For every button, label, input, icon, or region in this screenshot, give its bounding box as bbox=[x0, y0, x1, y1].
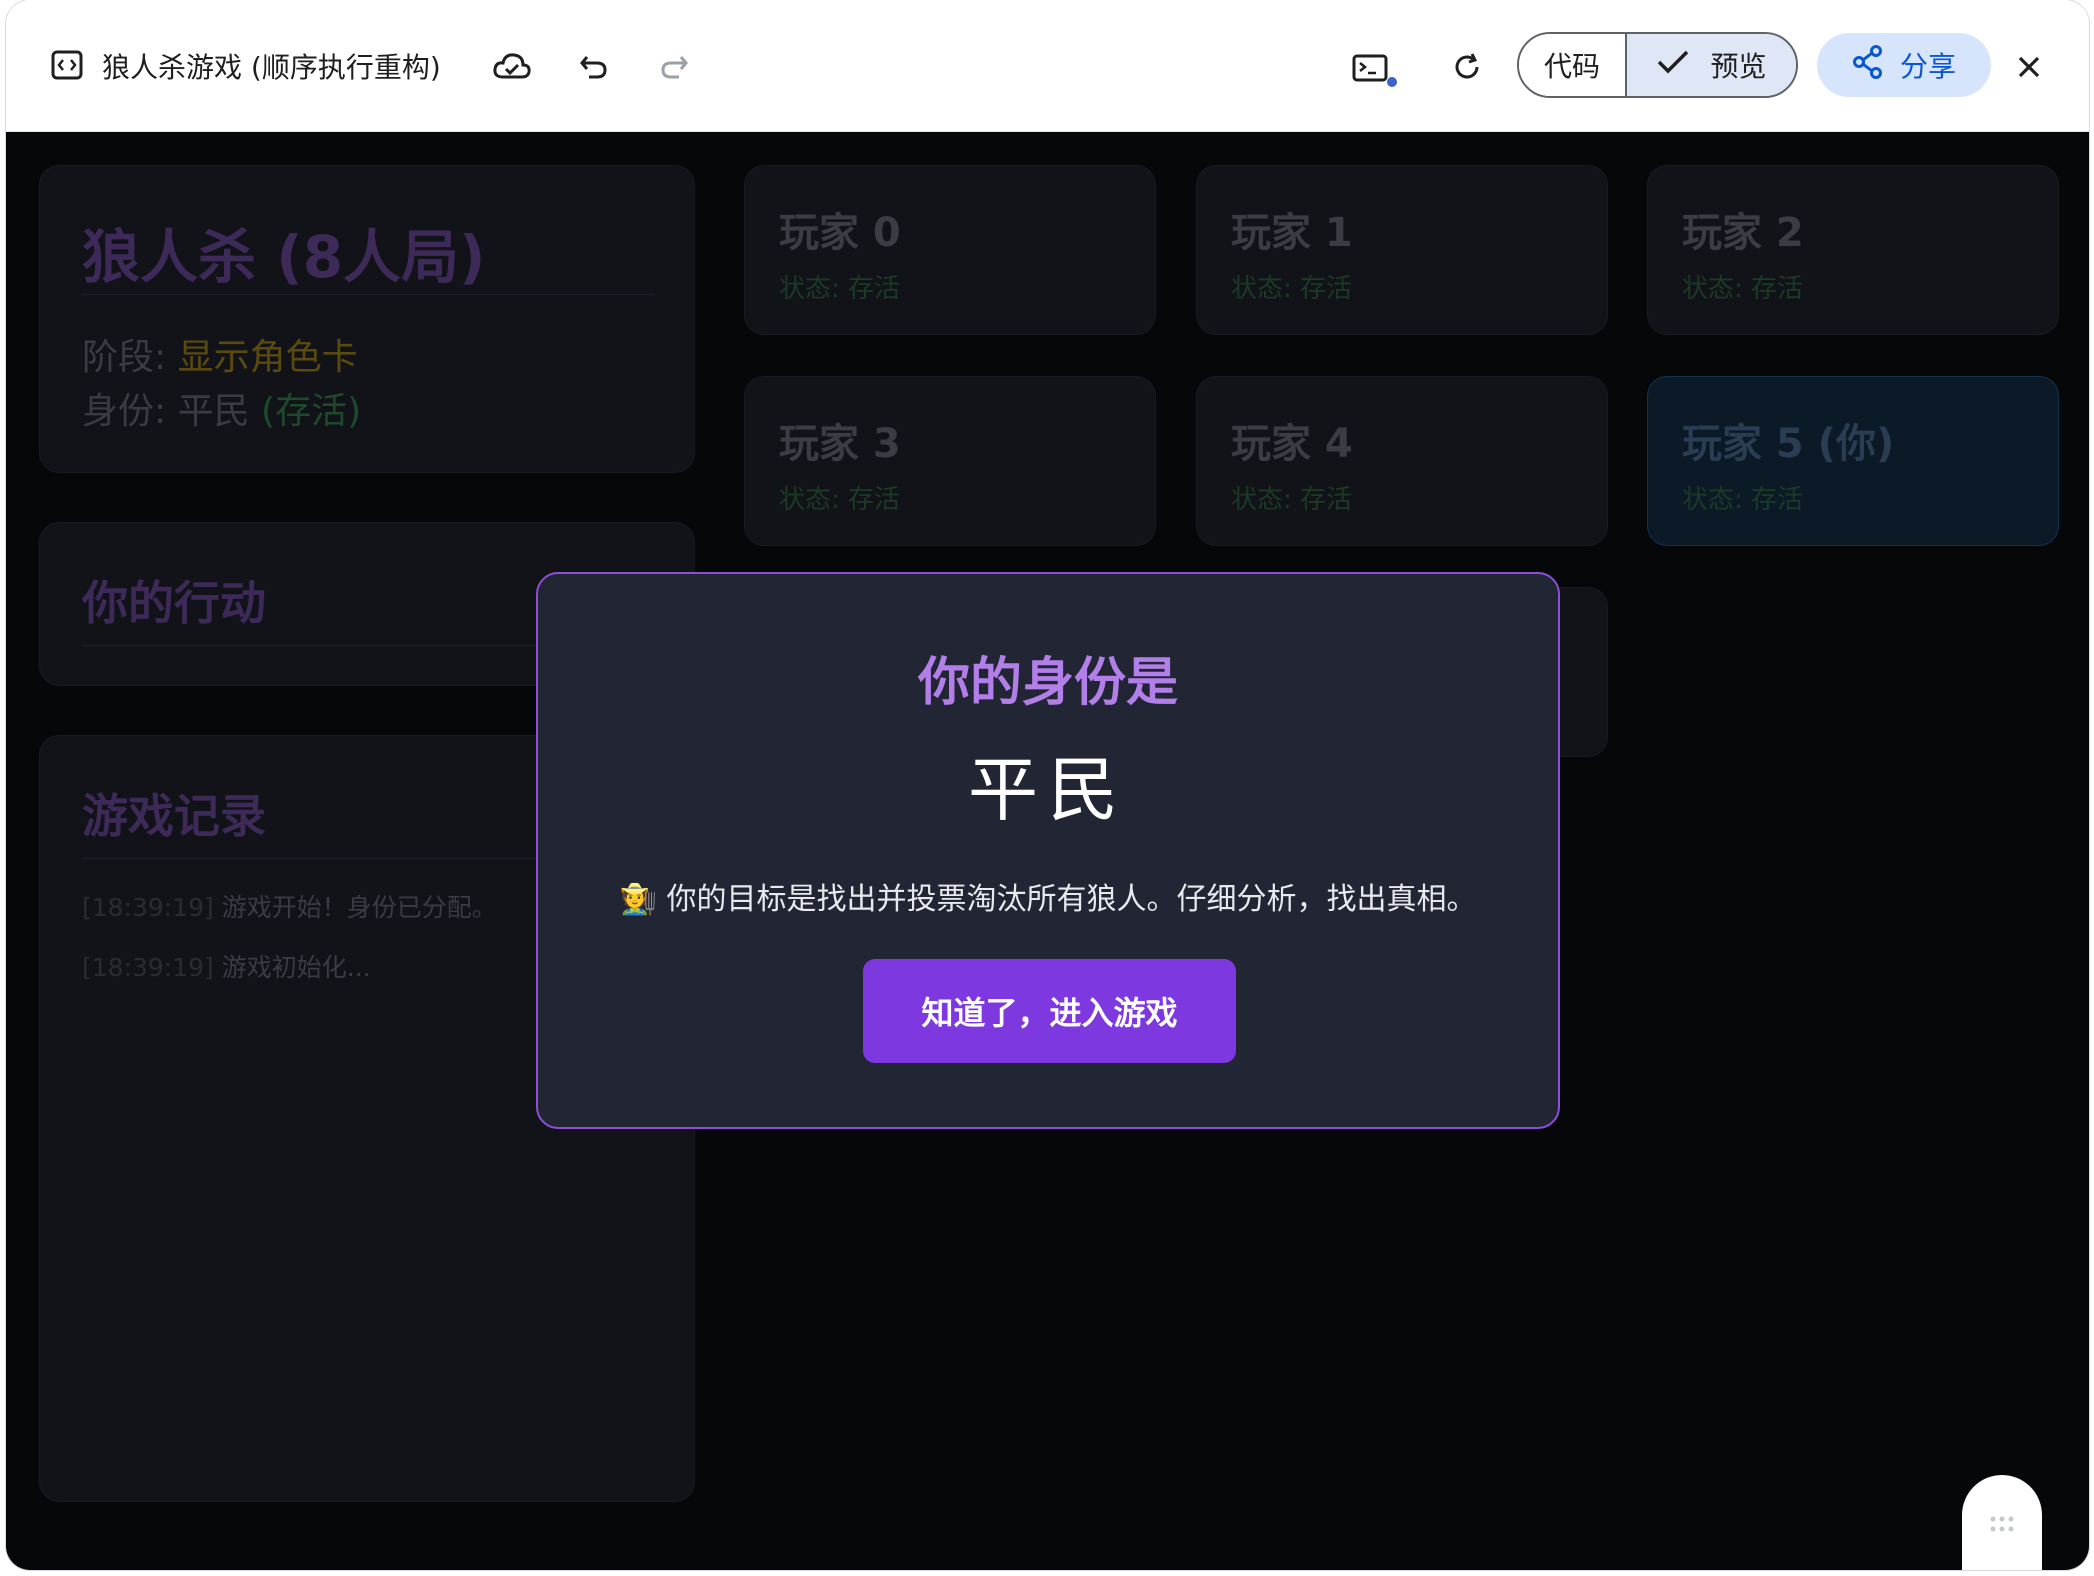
enter-game-button[interactable]: 知道了，进入游戏 bbox=[863, 959, 1236, 1063]
player-status: 状态: 存活 bbox=[779, 485, 901, 515]
player-name: 玩家 1 bbox=[1231, 210, 1353, 256]
role-name: 平民 bbox=[968, 749, 1128, 831]
floating-assistant-widget bbox=[1962, 1475, 2042, 1570]
actions-title: 你的行动 bbox=[82, 576, 266, 630]
phase-value: 显示角色卡 bbox=[177, 337, 358, 378]
player-card[interactable]: 玩家 3 状态: 存活 bbox=[744, 376, 1156, 546]
log-timestamp: [18:39:19] bbox=[82, 953, 214, 982]
player-status: 状态: 存活 bbox=[779, 274, 901, 304]
player-card[interactable]: 玩家 4 状态: 存活 bbox=[1196, 376, 1608, 546]
log-entry: [18:39:19] 游戏开始！身份已分配。 bbox=[82, 888, 497, 924]
player-name: 玩家 3 bbox=[779, 421, 901, 467]
preview-label: 预览 bbox=[1710, 50, 1767, 83]
player-card-self[interactable]: 玩家 5 (你) 状态: 存活 bbox=[1647, 376, 2059, 546]
share-button[interactable]: 分享 bbox=[1817, 33, 1991, 97]
player-status: 状态: 存活 bbox=[1682, 485, 1804, 515]
refresh-icon[interactable] bbox=[1450, 50, 1484, 84]
identity-label: 身份: 平民 bbox=[82, 391, 262, 432]
player-name: 玩家 5 (你) bbox=[1682, 421, 1895, 467]
document-title: 狼人杀游戏 (顺序执行重构) bbox=[102, 51, 441, 84]
divider bbox=[82, 294, 654, 295]
player-name: 玩家 4 bbox=[1231, 421, 1353, 467]
checkmark-icon bbox=[1656, 49, 1690, 82]
player-name: 玩家 0 bbox=[779, 210, 901, 256]
terminal-icon[interactable] bbox=[1352, 52, 1400, 92]
game-area: 狼人杀 (8人局) 阶段: 显示角色卡 身份: 平民 (存活) 你的行动 游戏记… bbox=[6, 132, 2089, 1570]
identity-status: (存活) bbox=[261, 391, 362, 432]
role-reveal-dialog: 你的身份是 平民 🧑‍🌾 你的目标是找出并投票淘汰所有狼人。仔细分析，找出真相。… bbox=[536, 572, 1560, 1129]
player-status: 状态: 存活 bbox=[1231, 485, 1353, 515]
phase-label: 阶段: bbox=[82, 337, 178, 378]
code-file-icon bbox=[50, 48, 84, 82]
top-toolbar: 狼人杀游戏 (顺序执行重构) 代码 预览 分享 bbox=[6, 0, 2089, 132]
share-icon bbox=[1852, 44, 1884, 86]
player-card[interactable]: 玩家 0 状态: 存活 bbox=[744, 165, 1156, 335]
preview-tab-button[interactable]: 预览 bbox=[1627, 34, 1796, 96]
dialog-heading: 你的身份是 bbox=[917, 653, 1178, 713]
drag-handle-icon[interactable] bbox=[1989, 1515, 2015, 1537]
game-title: 狼人杀 (8人局) bbox=[82, 223, 486, 291]
player-status: 状态: 存活 bbox=[1231, 274, 1353, 304]
log-message: 游戏初始化... bbox=[221, 953, 371, 982]
undo-icon[interactable] bbox=[578, 52, 610, 82]
role-description-text: 你的目标是找出并投票淘汰所有狼人。仔细分析，找出真相。 bbox=[666, 882, 1477, 917]
code-tab-button[interactable]: 代码 bbox=[1519, 34, 1627, 96]
role-description: 🧑‍🌾 你的目标是找出并投票淘汰所有狼人。仔细分析，找出真相。 bbox=[538, 874, 1558, 918]
log-title: 游戏记录 bbox=[82, 789, 266, 843]
identity-line: 身份: 平民 (存活) bbox=[82, 382, 361, 434]
view-toggle: 代码 预览 bbox=[1517, 32, 1798, 98]
player-card[interactable]: 玩家 1 状态: 存活 bbox=[1196, 165, 1608, 335]
cloud-sync-icon[interactable] bbox=[492, 50, 532, 82]
close-icon[interactable] bbox=[2016, 54, 2042, 80]
player-card[interactable]: 玩家 2 状态: 存活 bbox=[1647, 165, 2059, 335]
redo-icon[interactable] bbox=[658, 52, 690, 82]
app-window: 狼人杀游戏 (顺序执行重构) 代码 预览 分享 狼人杀 (8人局) 阶段: 显示… bbox=[6, 0, 2089, 1570]
farmer-icon: 🧑‍🌾 bbox=[619, 882, 657, 917]
share-label: 分享 bbox=[1899, 50, 1956, 83]
game-info-panel: 狼人杀 (8人局) 阶段: 显示角色卡 身份: 平民 (存活) bbox=[39, 165, 695, 473]
log-entry: [18:39:19] 游戏初始化... bbox=[82, 948, 371, 984]
player-status: 状态: 存活 bbox=[1682, 274, 1804, 304]
log-timestamp: [18:39:19] bbox=[82, 893, 214, 922]
log-message: 游戏开始！身份已分配。 bbox=[221, 893, 497, 922]
player-name: 玩家 2 bbox=[1682, 210, 1804, 256]
phase-line: 阶段: 显示角色卡 bbox=[82, 328, 358, 380]
